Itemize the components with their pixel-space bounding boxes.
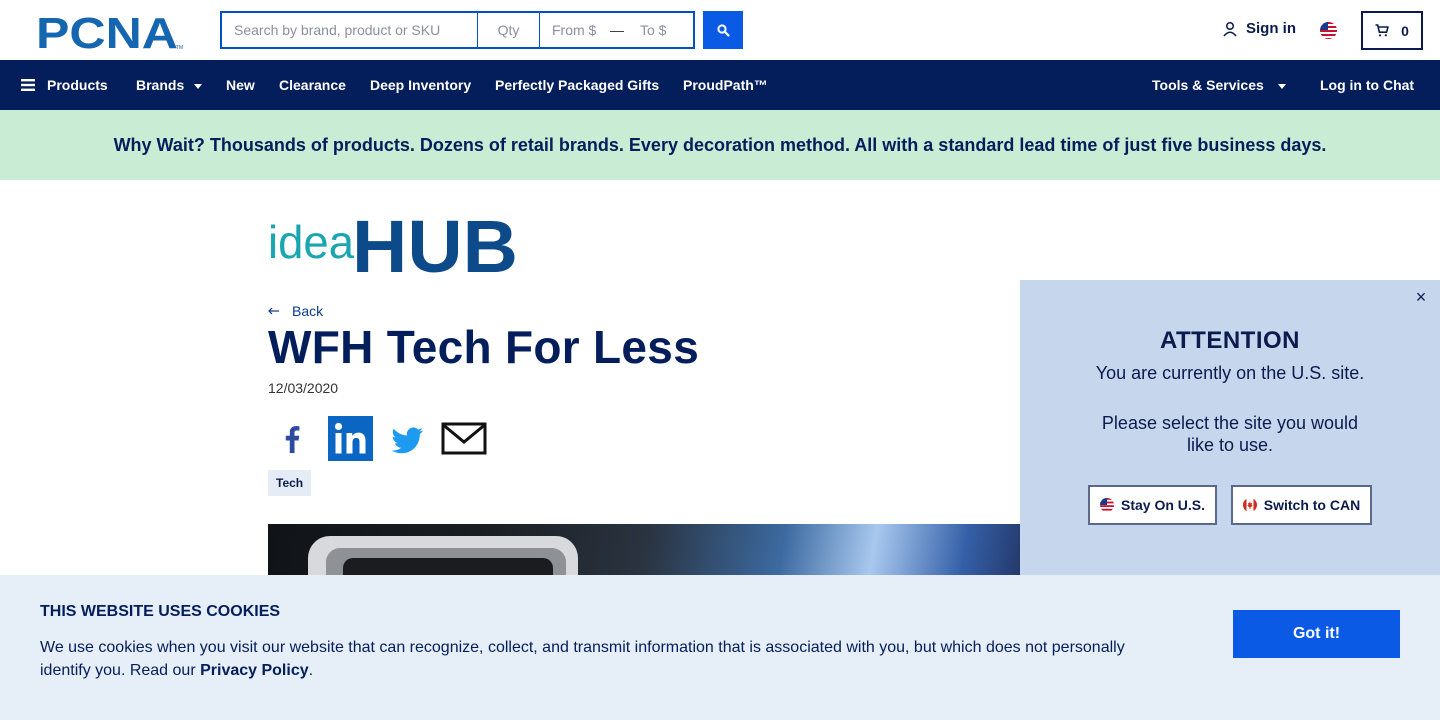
- sign-in-label: Sign in: [1246, 20, 1296, 37]
- svg-text:HUB: HUB: [352, 213, 518, 275]
- nav-item-label: Deep Inventory: [370, 77, 472, 93]
- svg-text:PCNA: PCNA: [36, 11, 178, 51]
- search-icon: [716, 23, 730, 37]
- accept-cookies-button[interactable]: Got it!: [1233, 610, 1400, 658]
- nav-item-label: Tools & Services: [1152, 77, 1264, 93]
- chevron-down-icon: [194, 83, 203, 89]
- modal-title: ATTENTION: [1159, 327, 1301, 354]
- us-flag-icon[interactable]: [1320, 22, 1337, 39]
- nav-item-label: Log in to Chat: [1320, 77, 1415, 93]
- pcna-logo[interactable]: PCNA TM: [36, 11, 184, 51]
- hamburger-icon: [21, 79, 35, 91]
- twitter-icon[interactable]: [386, 416, 428, 462]
- cookie-title: THIS WEBSITE USES COOKIES: [40, 603, 281, 620]
- publish-date: 12/03/2020: [268, 380, 339, 396]
- nav-item-clearance[interactable]: Clearance: [279, 60, 346, 110]
- switch-to-can-button[interactable]: Switch to CAN: [1231, 485, 1372, 525]
- search-button[interactable]: [703, 11, 743, 49]
- main-nav: Products Brands New Clearance Deep Inven…: [0, 60, 1440, 110]
- modal-instruction: Please select the site you would like to…: [1101, 413, 1359, 455]
- price-range-dash: —: [610, 22, 624, 38]
- price-to-input[interactable]: [628, 13, 694, 47]
- category-tag[interactable]: Tech: [268, 470, 312, 496]
- nav-item-new[interactable]: New: [226, 60, 255, 110]
- promo-banner: Why Wait? Thousands of products. Dozens …: [0, 110, 1440, 180]
- price-from-input[interactable]: [540, 13, 606, 47]
- canada-flag-icon: [1242, 498, 1257, 512]
- nav-item-brands[interactable]: Brands: [136, 60, 203, 110]
- stay-on-us-label: Stay On U.S.: [1120, 497, 1206, 513]
- qty-input[interactable]: [478, 11, 540, 49]
- us-flag-icon: [1099, 498, 1114, 512]
- nav-item-label: Products: [47, 77, 108, 93]
- privacy-policy-link[interactable]: Privacy Policy: [200, 662, 309, 679]
- user-icon: [1223, 21, 1237, 36]
- facebook-icon[interactable]: [270, 416, 316, 462]
- nav-item-label: Clearance: [279, 77, 346, 93]
- stay-on-us-button[interactable]: Stay On U.S.: [1088, 485, 1217, 525]
- cookie-banner: THIS WEBSITE USES COOKIES We use cookies…: [0, 575, 1440, 720]
- login-to-chat-link[interactable]: Log in to Chat: [1320, 60, 1414, 110]
- chevron-down-icon: [1277, 83, 1286, 89]
- switch-to-can-label: Switch to CAN: [1263, 497, 1361, 513]
- sign-in-link[interactable]: Sign in: [1222, 20, 1296, 37]
- nav-item-perfectly-packaged-gifts[interactable]: Perfectly Packaged Gifts: [495, 60, 659, 110]
- nav-item-label: New: [226, 77, 255, 93]
- nav-item-tools-services[interactable]: Tools & Services: [1152, 60, 1286, 110]
- svg-text:idea: idea: [268, 216, 354, 268]
- back-link[interactable]: Back: [268, 303, 323, 319]
- email-icon[interactable]: [441, 416, 487, 462]
- ideahub-logo: idea HUB: [268, 213, 518, 275]
- cart-button[interactable]: 0: [1361, 11, 1423, 50]
- search-bar: —: [220, 11, 695, 49]
- svg-text:TM: TM: [176, 45, 183, 51]
- cart-count: 0: [1401, 22, 1409, 39]
- nav-item-proudpath[interactable]: ProudPath™: [683, 60, 768, 110]
- close-icon[interactable]: ×: [1412, 287, 1430, 307]
- modal-message: You are currently on the U.S. site.: [1095, 363, 1365, 383]
- nav-item-label: Brands: [136, 77, 185, 93]
- cookie-body-end: .: [308, 662, 314, 679]
- page-title: WFH Tech For Less: [268, 321, 700, 373]
- price-range: —: [540, 11, 695, 49]
- site-selector-modal: × ATTENTION You are currently on the U.S…: [1020, 280, 1440, 580]
- nav-item-label: Perfectly Packaged Gifts: [495, 77, 660, 93]
- linkedin-icon[interactable]: [327, 416, 373, 462]
- cookie-text: We use cookies when you visit our websit…: [40, 636, 1150, 682]
- nav-item-label: ProudPath™: [683, 77, 768, 93]
- promo-text: Why Wait? Thousands of products. Dozens …: [113, 134, 1327, 155]
- site-header: PCNA TM — Sign in: [0, 0, 1440, 60]
- cart-icon: [1375, 24, 1389, 37]
- nav-item-deep-inventory[interactable]: Deep Inventory: [370, 60, 471, 110]
- back-label: Back: [292, 303, 324, 319]
- search-input[interactable]: [220, 11, 478, 49]
- arrow-left-icon: [268, 307, 279, 315]
- nav-item-products[interactable]: Products: [21, 60, 108, 110]
